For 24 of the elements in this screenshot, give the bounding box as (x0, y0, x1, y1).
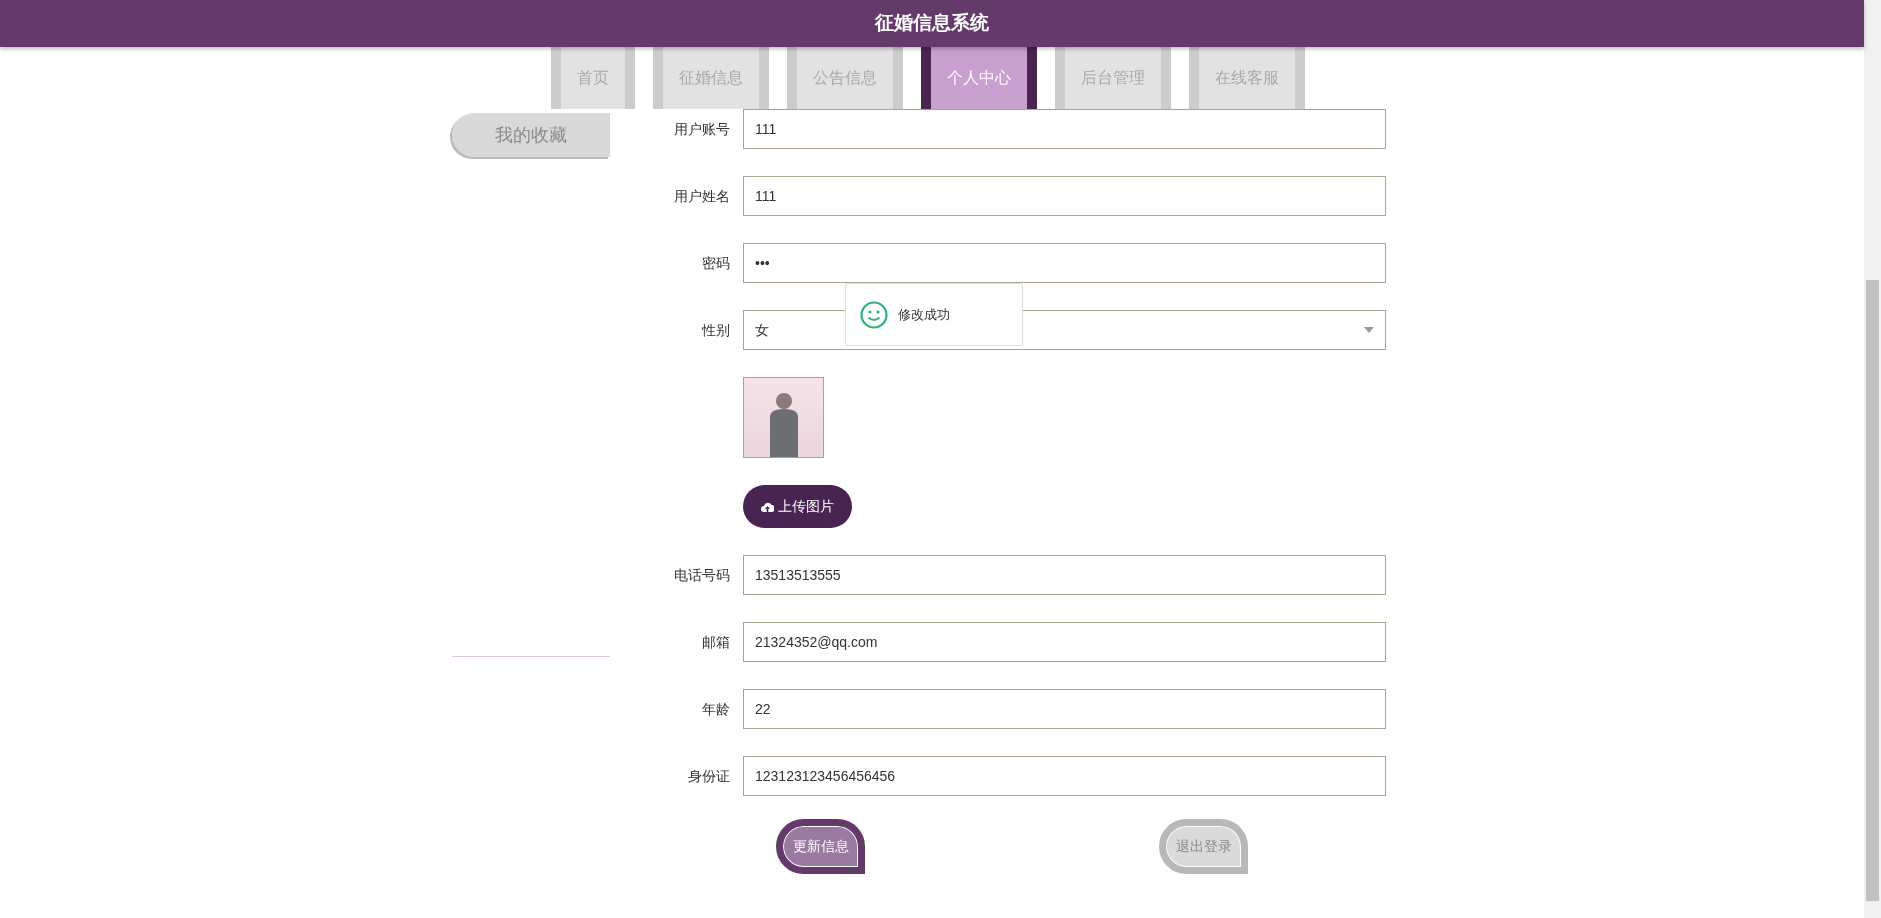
field-label: 用户账号 (674, 120, 730, 137)
field-label: 身份证 (688, 767, 730, 784)
field-label: 性别 (702, 321, 730, 338)
scrollbar[interactable] (1864, 0, 1881, 918)
field-label: 密码 (702, 254, 730, 271)
field-label: 年龄 (702, 700, 730, 717)
update-button[interactable]: 更新信息 (776, 819, 865, 874)
header-title: 征婚信息系统 (875, 11, 989, 36)
upload-button[interactable]: 上传图片 (743, 485, 852, 528)
scrollbar-thumb[interactable] (1866, 280, 1879, 901)
field-label: 用户姓名 (674, 187, 730, 204)
select-value: 女 (755, 320, 769, 340)
input-field[interactable]: 22 (743, 689, 1386, 729)
input-field[interactable]: 21324352@qq.com (743, 622, 1386, 662)
input-field[interactable]: 111 (743, 176, 1386, 216)
field-label: 电话号码 (674, 566, 730, 583)
caret-icon (1364, 327, 1374, 333)
input-field[interactable]: 123123123456456456 (743, 756, 1386, 796)
cloud-upload-icon (761, 501, 774, 512)
input-field[interactable]: 111 (743, 109, 1386, 149)
input-field[interactable]: ••• (743, 243, 1386, 283)
field-label: 邮箱 (702, 633, 730, 650)
smiley-icon (860, 300, 888, 329)
input-field[interactable]: 13513513555 (743, 555, 1386, 595)
